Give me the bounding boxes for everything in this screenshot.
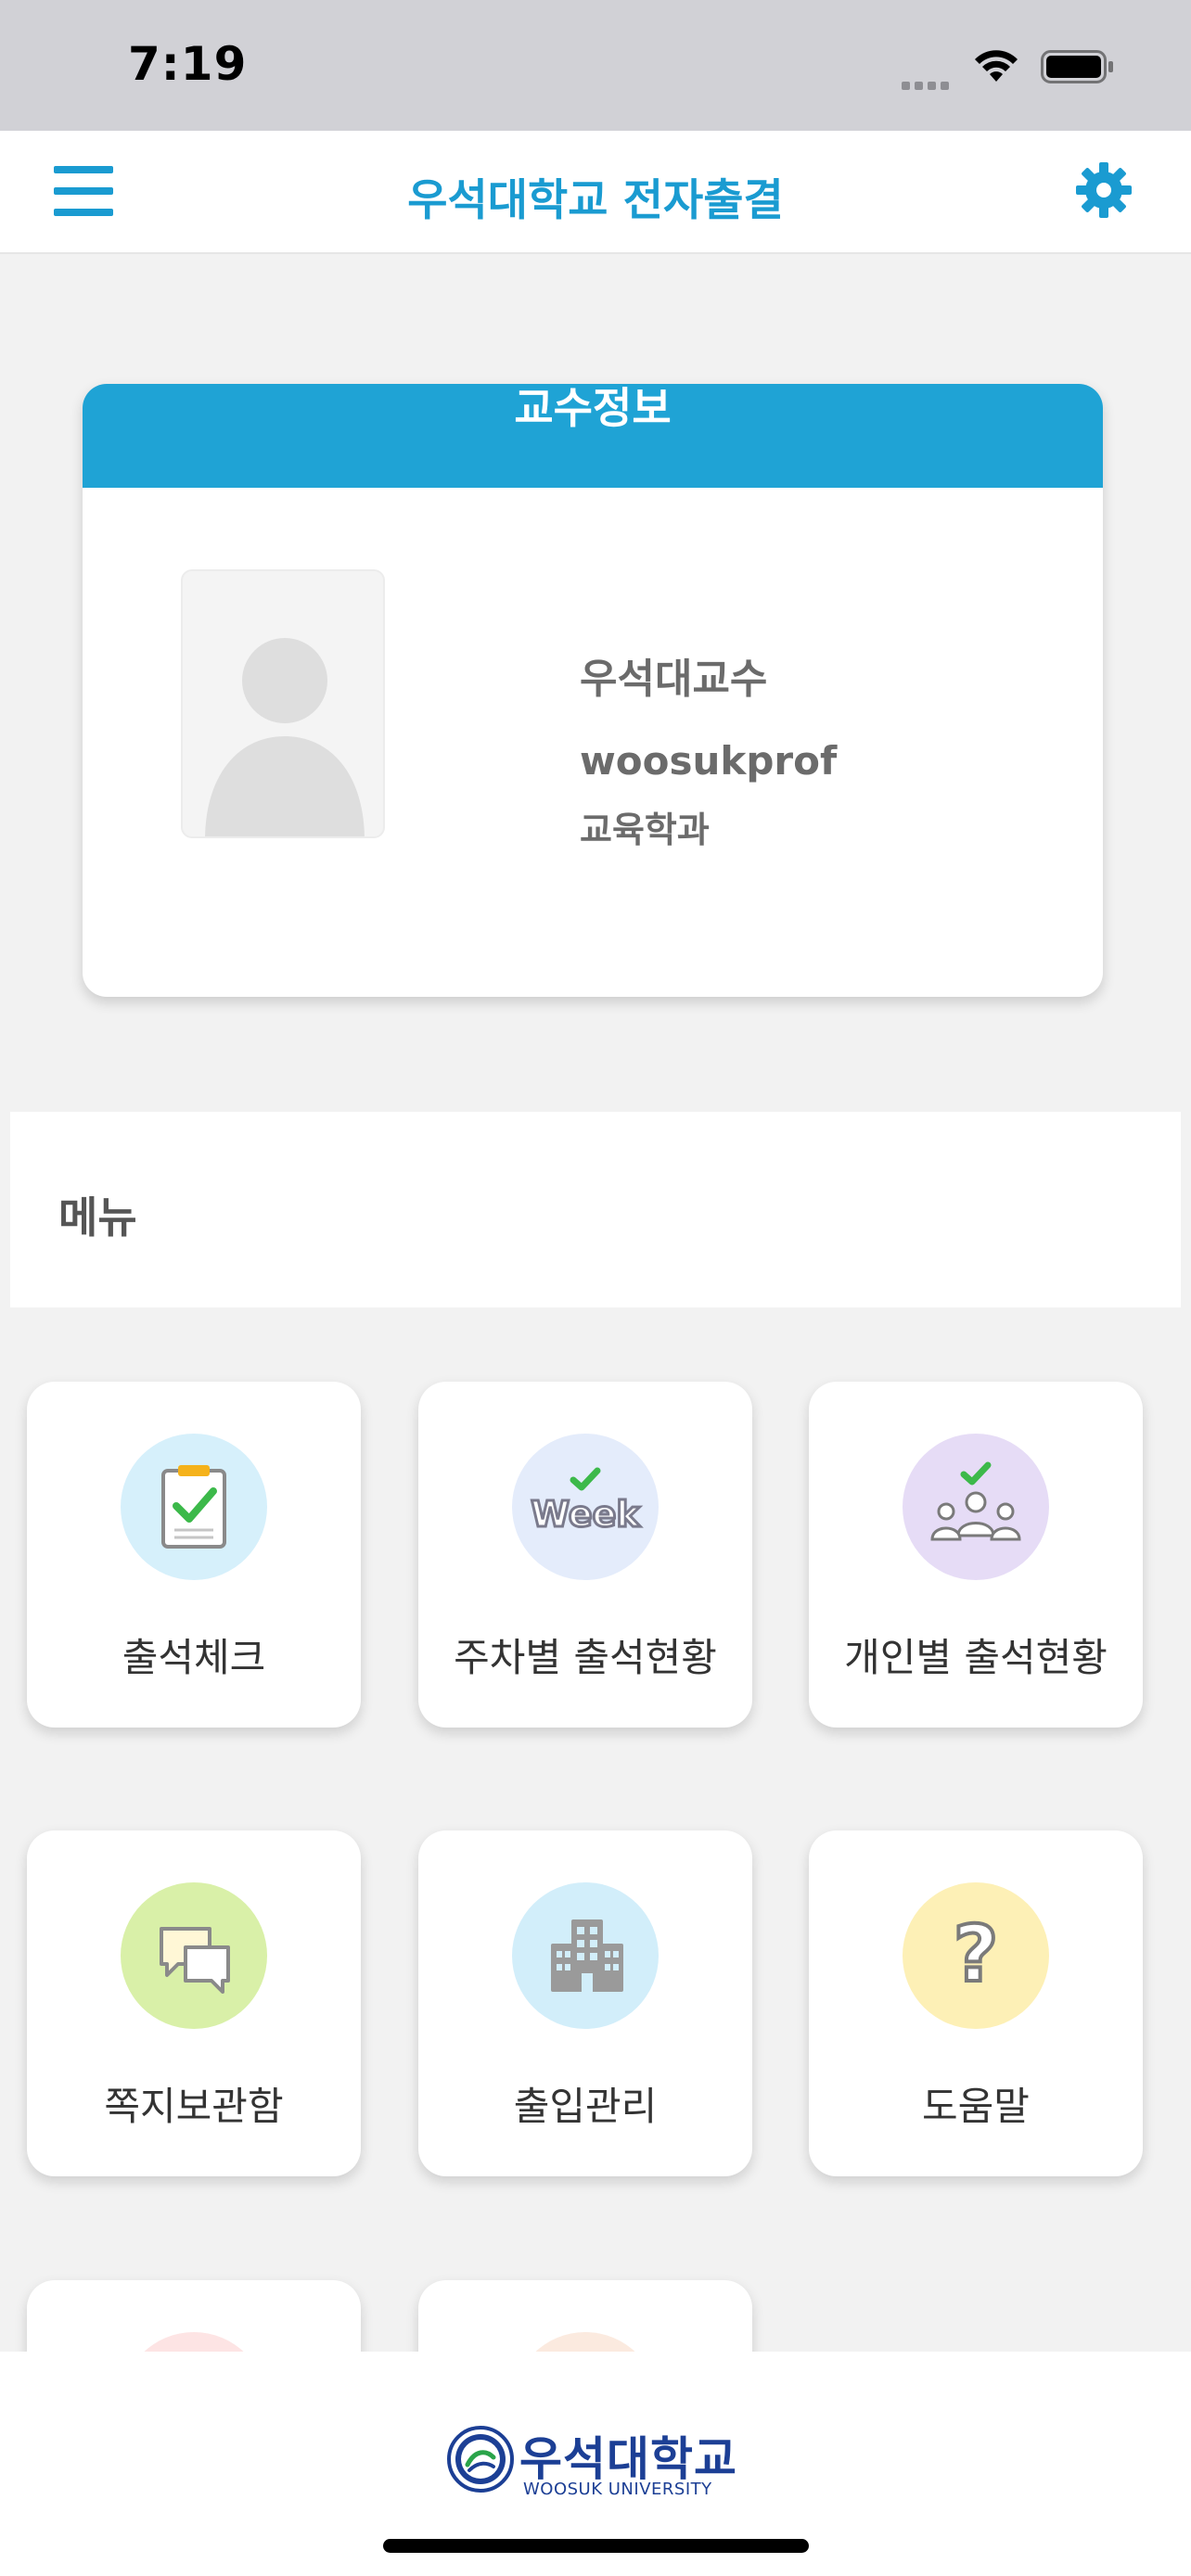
cellular-signal-icon xyxy=(902,76,954,94)
clipboard-check-icon xyxy=(121,1434,267,1580)
menu-tile-access-management[interactable]: 출입관리 xyxy=(418,1830,752,2176)
gear-icon[interactable] xyxy=(1074,160,1133,220)
menu-section-header: 메뉴 xyxy=(10,1112,1181,1307)
menu-label: 메뉴 xyxy=(58,1192,137,1243)
logo-text-english: WOOSUK UNIVERSITY xyxy=(523,2480,712,2499)
menu-tile-message-box[interactable]: 쪽지보관함 xyxy=(27,1830,361,2176)
university-seal-icon xyxy=(447,2426,514,2493)
menu-tile-individual-attendance[interactable]: 개인별 출석현황 xyxy=(809,1382,1143,1728)
page-title: 우석대학교 전자출결 xyxy=(407,175,784,226)
home-indicator[interactable] xyxy=(383,2539,809,2553)
tile-label: 출입관리 xyxy=(513,2084,658,2129)
svg-text:Week: Week xyxy=(531,1494,640,1535)
menu-tile-help[interactable]: ? 도움말 xyxy=(809,1830,1143,2176)
tile-label: 쪽지보관함 xyxy=(104,2084,284,2129)
menu-tile-weekly-attendance[interactable]: Week 주차별 출석현황 xyxy=(418,1382,752,1728)
chat-bubbles-icon xyxy=(121,1882,267,2029)
professor-id: woosukprof xyxy=(580,738,838,784)
building-icon xyxy=(512,1882,659,2029)
tile-label: 개인별 출석현황 xyxy=(844,1635,1108,1680)
professor-department: 교육학과 xyxy=(580,810,710,850)
tile-label: 출석체크 xyxy=(122,1635,266,1680)
wifi-icon xyxy=(975,50,1018,82)
app-header: 우석대학교 전자출결 xyxy=(0,131,1191,254)
status-time: 7:19 xyxy=(128,37,248,91)
group-check-icon xyxy=(903,1434,1049,1580)
status-bar: 7:19 xyxy=(0,0,1191,131)
university-logo: 우석대학교 WOOSUK UNIVERSITY xyxy=(447,2426,744,2500)
avatar xyxy=(181,569,385,838)
week-check-icon: Week xyxy=(512,1434,659,1580)
svg-text:?: ? xyxy=(954,1908,999,1999)
tile-label: 주차별 출석현황 xyxy=(454,1635,717,1680)
menu-tile-attendance-check[interactable]: 출석체크 xyxy=(27,1382,361,1728)
person-placeholder-icon xyxy=(205,638,365,836)
professor-info-card: 교수정보 우석대교수 woosukprof 교육학과 xyxy=(83,384,1103,997)
battery-icon xyxy=(1041,50,1113,83)
professor-name: 우석대교수 xyxy=(580,656,768,703)
tile-label: 도움말 xyxy=(922,2084,1030,2129)
professor-info-header: 교수정보 xyxy=(83,384,1103,488)
question-icon: ? xyxy=(903,1882,1049,2029)
